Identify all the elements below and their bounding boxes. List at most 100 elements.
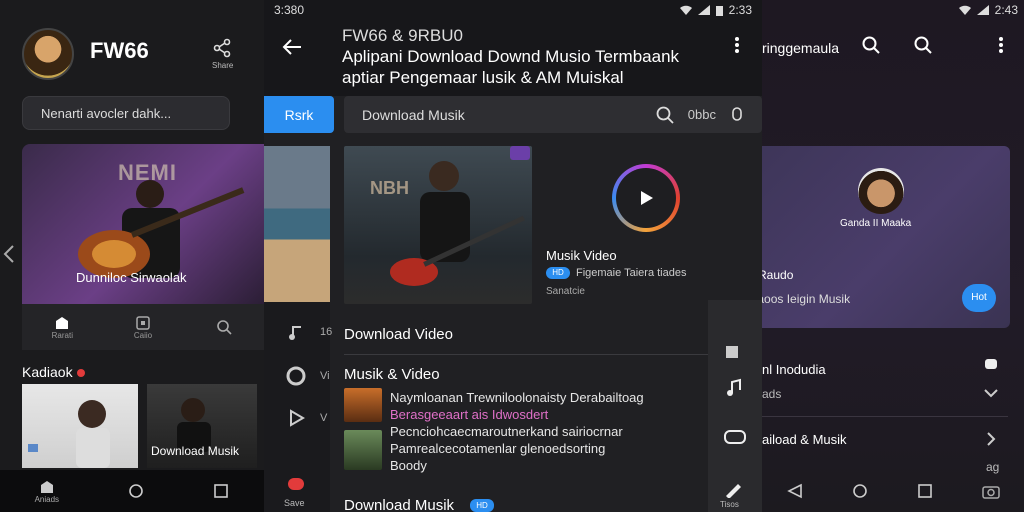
hero-tab-label: Caiio [133,330,153,340]
music-video-section-title: Musik & Video [344,366,440,383]
circle-home-icon[interactable] [128,483,144,499]
section-title: Kadiaok [22,364,85,380]
gamepad-icon[interactable] [724,428,746,446]
hero-tab-search[interactable] [183,304,264,350]
system-nav-bar: Aniads [0,470,264,512]
note-icon[interactable] [286,322,306,342]
mic-icon[interactable] [730,106,744,124]
more-vert-icon[interactable] [734,36,740,59]
signal-icon [697,5,710,15]
share-icon[interactable] [212,38,232,63]
list-item-line: Naymloanan Trewniloolonaisty Derabailtoa… [390,390,644,405]
search-value: Download Musik [362,106,465,123]
play-outline-icon[interactable] [286,408,306,428]
rail-label: V [320,412,328,424]
save-label: Save [284,498,305,508]
search-icon[interactable] [914,36,932,54]
video-thumbnail[interactable]: NBH [344,146,532,304]
list-item-line: Boody [390,458,427,473]
chevron-left-icon[interactable] [3,244,15,269]
music-video-title: Musik Video [546,248,617,263]
download-music-link[interactable]: Download Musik [344,497,454,512]
status-time-right: 2:33 [728,3,752,17]
beach-thumbnail[interactable] [264,146,330,302]
home-icon [56,316,69,329]
hero-tab-video[interactable]: Caiio [103,304,184,350]
tab-rock[interactable]: Rsrk [264,96,334,133]
list-item-thumbnail[interactable] [344,430,382,470]
search-input[interactable]: Nenarti avocler dahk... [22,96,230,130]
hd-badge: HD [546,267,570,279]
middle-phone-screen: 3:380 2:33 FW66 & 9RBU0 Aplipani Downloa… [264,0,762,512]
video-thumbnail[interactable] [22,384,138,468]
back-icon[interactable] [786,483,803,499]
side-rail: 16 Vi V Save [264,146,333,512]
section-title-text: Kadiaok [22,364,73,380]
right-phone-screen: 2:43 ringgemaula Ganda II Maaka HD Raudo… [762,0,1024,512]
circle-home-icon[interactable] [852,483,868,499]
singer-illustration [28,400,110,468]
recents-icon[interactable] [213,483,229,499]
battery-icon [715,5,723,16]
hero-tab-bar: Rarati Caiio [22,304,264,350]
status-bar-right: 2:43 [912,2,1018,18]
status-time: 2:43 [994,3,1018,17]
rail-label: Vi [320,370,330,382]
play-button[interactable] [612,164,680,232]
guitarist-illustration [390,161,525,286]
hot-button[interactable]: Hot [962,284,996,312]
left-phone-screen: FW66 Share Nenarti avocler dahk... NEMI … [0,0,264,512]
avatar[interactable] [22,28,74,80]
search-icon[interactable] [862,36,880,54]
avatar[interactable] [858,168,904,214]
save-badge-icon[interactable] [286,476,306,492]
music-video-subtitle: Figemaie Taiera tiades [576,267,687,279]
video-thumbnail[interactable]: Download Musik [147,384,257,468]
live-dot [76,369,85,377]
chevron-down-icon[interactable] [984,388,998,398]
search-icon [216,320,232,335]
profile-name: Ganda II Maaka [840,218,912,229]
bookmark-icon[interactable] [724,344,740,360]
search-filter-label[interactable]: 0bbc [688,107,716,122]
signal-icon [976,5,989,15]
hd-badge: HD [470,499,494,512]
download-video-link[interactable]: Download Video [344,326,453,343]
back-arrow-icon[interactable] [282,38,302,61]
circle-icon[interactable] [286,366,306,386]
list-row-title[interactable]: aiload & Musik [762,432,847,447]
list-item-thumbnail[interactable] [344,388,382,422]
home-icon[interactable]: Aniads [35,479,59,504]
hero-tab-label: Rarati [51,330,73,340]
divider [762,416,1008,417]
hero-card[interactable]: NEMI Dunniloc Sirwaolak [22,144,264,304]
rail-label: 16 [320,326,333,338]
share-label: Share [212,61,234,70]
divider [344,354,762,355]
system-nav-bar [762,470,1024,512]
music-video-meta: Sanatcie [546,286,585,297]
toolbar-label: Tisos [720,500,739,509]
list-item-line: Pamrealcecotamenlar glenoedsorting [390,441,606,456]
list-item-line: Berasgeeaart ais Idwosdert [390,407,549,422]
music-note-icon[interactable] [724,378,744,398]
list-row-title[interactable]: nl Inodudia [762,362,826,377]
search-icon[interactable] [656,106,674,124]
list-item[interactable]: Naymloanan Trewniloolonaisty Derabailtoa… [390,389,750,423]
more-vert-icon[interactable] [998,36,1004,54]
list-item-line: Pecnciohcaecmaroutnerkand sairiocrnar [390,424,623,439]
app-brand: FW66 [90,38,149,63]
wifi-icon [958,5,971,15]
profile-card[interactable]: Ganda II Maaka HD Raudo Pantuaoos Ieigin… [762,146,1010,328]
recents-icon[interactable] [917,483,933,499]
camera-icon[interactable] [981,483,1000,499]
hero-tab-home[interactable]: Rarati [22,304,103,350]
list-item[interactable]: Pecnciohcaecmaroutnerkand sairiocrnar Pa… [390,423,750,474]
page-subtitle: FW66 & 9RBU0 [342,26,463,45]
badge-icon [985,359,997,369]
page-title: Aplipani Download Downd Musio Termbaank … [342,47,680,87]
chevron-right-icon[interactable] [986,432,996,446]
video-icon [136,315,150,330]
pen-icon[interactable] [724,480,744,498]
search-input[interactable]: Download Musik 0bbc [344,96,762,133]
